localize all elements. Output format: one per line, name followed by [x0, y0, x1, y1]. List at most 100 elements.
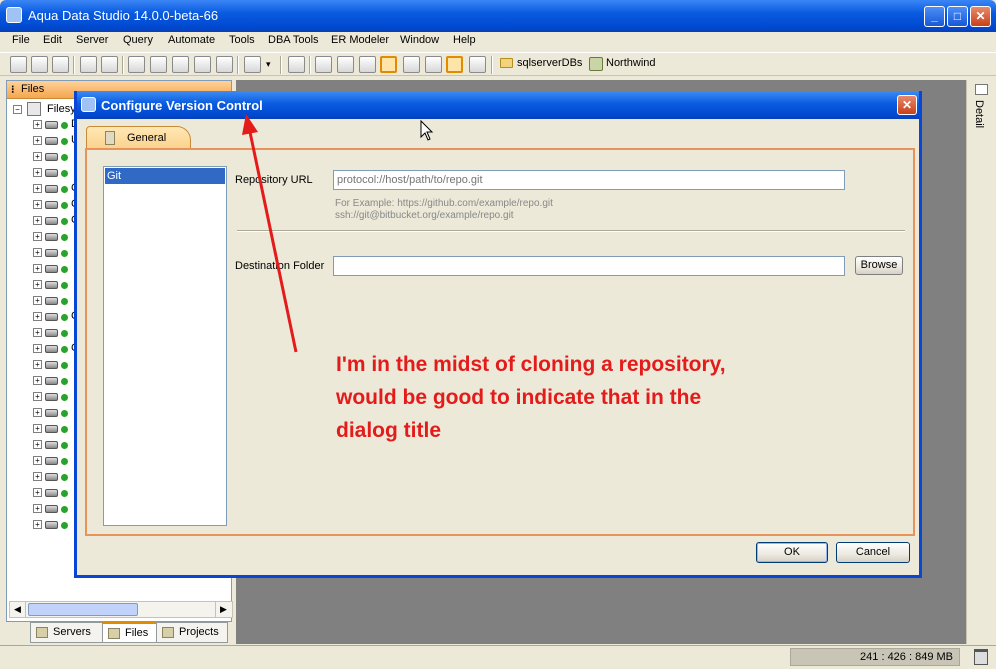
- tab-general[interactable]: General: [86, 126, 191, 150]
- split-view-icon[interactable]: [446, 56, 463, 73]
- dialog-titlebar[interactable]: Configure Version Control ✕: [77, 91, 919, 119]
- horizontal-scrollbar[interactable]: ◀ ▶: [9, 601, 233, 618]
- menu-window[interactable]: Window: [400, 34, 439, 46]
- tree-expand-toggle[interactable]: +: [33, 120, 42, 129]
- tree-expand-toggle[interactable]: +: [33, 488, 42, 497]
- query-builder-icon[interactable]: [172, 56, 189, 73]
- panel-tabs: Servers Files Projects: [6, 622, 232, 644]
- tree-expand-toggle[interactable]: +: [33, 504, 42, 513]
- tree-expand-toggle[interactable]: +: [33, 408, 42, 417]
- tree-expand-toggle[interactable]: +: [33, 472, 42, 481]
- database-link[interactable]: Northwind: [606, 57, 656, 69]
- tab-files[interactable]: Files: [102, 622, 158, 643]
- annotation-text: I'm in the midst of cloning a repository…: [336, 353, 726, 442]
- chevron-down-icon[interactable]: ▾: [266, 59, 271, 70]
- maximize-button[interactable]: □: [947, 6, 968, 27]
- list-view-icon[interactable]: [425, 56, 442, 73]
- drive-icon: [45, 169, 58, 177]
- tree-collapse-toggle[interactable]: −: [13, 105, 22, 114]
- minimize-button[interactable]: _: [924, 6, 945, 27]
- dialog-close-button[interactable]: ✕: [897, 95, 917, 115]
- menu-server[interactable]: Server: [76, 34, 108, 46]
- tree-expand-toggle[interactable]: +: [33, 248, 42, 257]
- tree-expand-toggle[interactable]: +: [33, 184, 42, 193]
- tab-projects[interactable]: Projects: [156, 622, 228, 643]
- tab-servers[interactable]: Servers: [30, 622, 104, 643]
- open-file-icon[interactable]: [31, 56, 48, 73]
- tree-expand-toggle[interactable]: +: [33, 152, 42, 161]
- status-ok-icon: [61, 522, 68, 529]
- status-ok-icon: [61, 442, 68, 449]
- menu-er-modeler[interactable]: ER Modeler: [331, 34, 389, 46]
- scroll-left-arrow[interactable]: ◀: [10, 602, 26, 617]
- browse-button[interactable]: Browse: [855, 256, 903, 275]
- close-button[interactable]: ✕: [970, 6, 991, 27]
- text-view-icon[interactable]: [359, 56, 376, 73]
- tree-expand-toggle[interactable]: +: [33, 216, 42, 225]
- ok-button[interactable]: OK: [756, 542, 828, 563]
- menu-help[interactable]: Help: [453, 34, 476, 46]
- new-query-icon[interactable]: [10, 56, 27, 73]
- table-view-icon[interactable]: [380, 56, 397, 73]
- connect-icon[interactable]: [80, 56, 97, 73]
- form-icon[interactable]: [337, 56, 354, 73]
- detail-icon[interactable]: [975, 84, 988, 95]
- tree-expand-toggle[interactable]: +: [33, 264, 42, 273]
- detail-tab[interactable]: Detail: [973, 100, 985, 128]
- windows-icon[interactable]: [216, 56, 233, 73]
- menu-tools[interactable]: Tools: [229, 34, 255, 46]
- tree-expand-toggle[interactable]: +: [33, 456, 42, 465]
- tree-expand-toggle[interactable]: +: [33, 232, 42, 241]
- toolbar-separator: [122, 56, 124, 74]
- chart-icon[interactable]: [469, 56, 486, 73]
- app-icon: [6, 7, 22, 23]
- query-analyzer-icon[interactable]: [150, 56, 167, 73]
- menu-dba-tools[interactable]: DBA Tools: [268, 34, 319, 46]
- window-titlebar[interactable]: Aqua Data Studio 14.0.0-beta-66 _ □ ✕: [0, 0, 996, 32]
- compare-icon[interactable]: [194, 56, 211, 73]
- files-icon: [108, 628, 120, 639]
- drive-icon: [45, 409, 58, 417]
- destination-folder-input[interactable]: [333, 256, 845, 276]
- print-icon[interactable]: [288, 56, 305, 73]
- repository-url-input[interactable]: [333, 170, 845, 190]
- vcs-type-list[interactable]: Git: [103, 166, 227, 526]
- script-icon[interactable]: [244, 56, 261, 73]
- tree-expand-toggle[interactable]: +: [33, 424, 42, 433]
- tree-expand-toggle[interactable]: +: [33, 168, 42, 177]
- status-ok-icon: [61, 410, 68, 417]
- tree-expand-toggle[interactable]: +: [33, 280, 42, 289]
- status-ok-icon: [61, 346, 68, 353]
- toolbar-separator: [73, 56, 75, 74]
- tree-expand-toggle[interactable]: +: [33, 376, 42, 385]
- menu-file[interactable]: File: [12, 34, 30, 46]
- tree-expand-toggle[interactable]: +: [33, 440, 42, 449]
- tree-root-label[interactable]: Filesy: [47, 103, 76, 115]
- server-folder-link[interactable]: sqlserverDBs: [517, 57, 582, 69]
- menu-query[interactable]: Query: [123, 34, 153, 46]
- tree-expand-toggle[interactable]: +: [33, 328, 42, 337]
- grid-icon[interactable]: [315, 56, 332, 73]
- tree-expand-toggle[interactable]: +: [33, 296, 42, 305]
- tree-expand-toggle[interactable]: +: [33, 312, 42, 321]
- tree-expand-toggle[interactable]: +: [33, 200, 42, 209]
- disconnect-icon[interactable]: [101, 56, 118, 73]
- tree-expand-toggle[interactable]: +: [33, 392, 42, 401]
- save-icon[interactable]: [52, 56, 69, 73]
- tree-expand-toggle[interactable]: +: [33, 520, 42, 529]
- scroll-thumb[interactable]: [28, 603, 138, 616]
- list-item[interactable]: Git: [105, 168, 225, 184]
- pivot-icon[interactable]: [403, 56, 420, 73]
- status-ok-icon: [61, 330, 68, 337]
- scroll-right-arrow[interactable]: ▶: [215, 602, 231, 617]
- menu-edit[interactable]: Edit: [43, 34, 62, 46]
- tree-expand-toggle[interactable]: +: [33, 136, 42, 145]
- cancel-button[interactable]: Cancel: [836, 542, 910, 563]
- menu-automate[interactable]: Automate: [168, 34, 215, 46]
- query-window-icon[interactable]: [128, 56, 145, 73]
- tree-expand-toggle[interactable]: +: [33, 360, 42, 369]
- tree-expand-toggle[interactable]: +: [33, 344, 42, 353]
- status-ok-icon: [61, 234, 68, 241]
- example-hint-2: ssh://git@bitbucket.org/example/repo.git: [335, 210, 514, 221]
- trash-icon[interactable]: [974, 649, 988, 665]
